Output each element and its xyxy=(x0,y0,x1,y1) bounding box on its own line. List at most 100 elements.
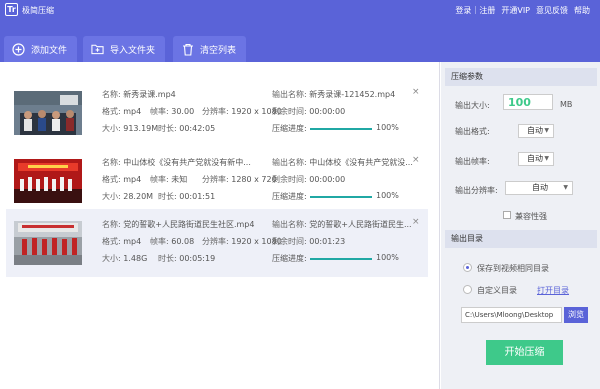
progress-bar xyxy=(310,258,372,260)
file-row[interactable]: 名称: 新秀录课.mp4 格式: mp4 帧率: 30.00 分辨率: 1920… xyxy=(6,79,428,147)
file-name: 中山体校《没有共产党就没有新中... xyxy=(123,158,251,167)
size-label: 大小: xyxy=(102,254,121,263)
progress-percent: 100% xyxy=(376,253,399,262)
progress-percent: 100% xyxy=(376,123,399,132)
format-label: 格式: xyxy=(102,175,121,184)
remaining-label: 剩余时间: xyxy=(272,175,307,184)
file-size: 28.20M xyxy=(123,192,154,201)
settings-panel: 压缩参数 输出大小: 100 MB 输出格式: 自动 ▼ 输出帧率: 自动 ▼ … xyxy=(441,62,600,389)
add-file-label: 添加文件 xyxy=(31,45,68,56)
trash-icon xyxy=(181,43,194,56)
output-name-label: 输出名称: xyxy=(272,90,307,99)
top-nav: 登录｜注册 开通VIP 意见反馈 帮助 xyxy=(455,5,590,16)
output-framerate-select[interactable]: 自动 ▼ xyxy=(518,152,554,166)
file-format: mp4 xyxy=(123,107,142,116)
output-name: 党的誓歌+人民路街道民生... xyxy=(309,220,412,229)
name-label: 名称: xyxy=(102,220,121,229)
file-framerate: 未知 xyxy=(171,175,188,184)
output-size-value: 100 xyxy=(508,96,531,109)
output-size-unit: MB xyxy=(560,100,573,109)
custom-dir-label: 自定义目录 xyxy=(477,286,517,295)
app-logo-icon: Tr xyxy=(5,3,18,16)
output-size-label: 输出大小: xyxy=(455,101,490,110)
video-thumbnail xyxy=(14,159,82,203)
file-duration: 00:05:19 xyxy=(179,254,216,263)
duration-label: 时长: xyxy=(158,192,177,201)
app-title: 极简压缩 xyxy=(22,6,54,15)
file-list: 名称: 新秀录课.mp4 格式: mp4 帧率: 30.00 分辨率: 1920… xyxy=(0,62,440,389)
video-thumbnail xyxy=(14,221,82,265)
open-dir-link[interactable]: 打开目录 xyxy=(537,285,569,296)
chevron-down-icon: ▼ xyxy=(544,155,549,162)
duration-label: 时长: xyxy=(158,124,177,133)
open-vip-link[interactable]: 开通VIP xyxy=(501,5,530,16)
output-name-label: 输出名称: xyxy=(272,220,307,229)
toolbar: 添加文件 导入文件夹 清空列表 xyxy=(0,20,600,62)
start-compress-button[interactable]: 开始压缩 xyxy=(486,340,563,365)
custom-dir-radio[interactable] xyxy=(463,285,472,294)
output-framerate-value: 自动 xyxy=(527,154,543,163)
clear-list-button[interactable]: 清空列表 xyxy=(173,36,246,62)
help-link[interactable]: 帮助 xyxy=(574,5,590,16)
output-format-label: 输出格式: xyxy=(455,127,490,136)
resolution-label: 分辨率: xyxy=(202,237,229,246)
output-name: 新秀录课-121452.mp4 xyxy=(309,90,396,99)
compat-label: 兼容性强 xyxy=(515,212,547,221)
add-file-button[interactable]: 添加文件 xyxy=(4,36,77,62)
format-label: 格式: xyxy=(102,237,121,246)
file-row[interactable]: 名称: 中山体校《没有共产党就没有新中... 格式: mp4 帧率: 未知 分辨… xyxy=(6,147,428,215)
import-folder-button[interactable]: 导入文件夹 xyxy=(83,36,165,62)
remove-file-icon[interactable]: × xyxy=(412,217,420,227)
output-dir-header: 输出目录 xyxy=(445,230,597,248)
output-name: 中山体校《没有共产党就没... xyxy=(309,158,413,167)
clear-list-label: 清空列表 xyxy=(200,45,237,56)
output-path-value: C:\Users\Mloong\Desktop xyxy=(465,311,554,319)
duration-label: 时长: xyxy=(158,254,177,263)
save-same-dir-radio[interactable] xyxy=(463,263,472,272)
file-framerate: 60.08 xyxy=(171,237,195,246)
chevron-down-icon: ▼ xyxy=(544,127,549,134)
file-framerate: 30.00 xyxy=(171,107,195,116)
file-name: 新秀录课.mp4 xyxy=(123,90,176,99)
file-row[interactable]: 名称: 党的誓歌+人民路街道民生社区.mp4 格式: mp4 帧率: 60.08… xyxy=(6,209,428,277)
folder-plus-icon xyxy=(91,43,104,56)
output-format-select[interactable]: 自动 ▼ xyxy=(518,124,554,138)
file-size: 913.19M xyxy=(123,124,159,133)
name-label: 名称: xyxy=(102,158,121,167)
plus-circle-icon xyxy=(12,42,25,56)
size-label: 大小: xyxy=(102,124,121,133)
progress-label: 压缩进度: xyxy=(272,192,307,201)
framerate-label: 帧率: xyxy=(150,175,169,184)
file-duration: 00:01:51 xyxy=(179,192,216,201)
output-framerate-label: 输出帧率: xyxy=(455,157,490,166)
file-resolution: 1280 x 720 xyxy=(231,175,277,184)
browse-button[interactable]: 浏览 xyxy=(564,307,588,323)
compat-checkbox[interactable] xyxy=(503,211,511,219)
remove-file-icon[interactable]: × xyxy=(412,87,420,97)
file-duration: 00:42:05 xyxy=(179,124,216,133)
chevron-down-icon: ▼ xyxy=(563,184,568,191)
video-thumbnail xyxy=(14,91,82,135)
resolution-label: 分辨率: xyxy=(202,107,229,116)
output-path-input[interactable]: C:\Users\Mloong\Desktop xyxy=(461,307,562,323)
feedback-link[interactable]: 意见反馈 xyxy=(536,5,568,16)
remaining-time: 00:00:00 xyxy=(309,175,346,184)
output-format-value: 自动 xyxy=(527,126,543,135)
remaining-label: 剩余时间: xyxy=(272,237,307,246)
framerate-label: 帧率: xyxy=(150,107,169,116)
remaining-time: 00:01:23 xyxy=(309,237,346,246)
progress-label: 压缩进度: xyxy=(272,254,307,263)
save-same-dir-label: 保存到视频相同目录 xyxy=(477,264,549,273)
remaining-time: 00:00:00 xyxy=(309,107,346,116)
file-size: 1.48G xyxy=(123,254,148,263)
import-folder-label: 导入文件夹 xyxy=(110,45,156,56)
framerate-label: 帧率: xyxy=(150,237,169,246)
progress-label: 压缩进度: xyxy=(272,124,307,133)
size-label: 大小: xyxy=(102,192,121,201)
output-resolution-select[interactable]: 自动 ▼ xyxy=(505,181,573,195)
resolution-label: 分辨率: xyxy=(202,175,229,184)
output-resolution-label: 输出分辨率: xyxy=(455,186,498,195)
output-size-input[interactable]: 100 xyxy=(503,94,553,110)
remove-file-icon[interactable]: × xyxy=(412,155,420,165)
login-register-link[interactable]: 登录｜注册 xyxy=(455,5,495,16)
